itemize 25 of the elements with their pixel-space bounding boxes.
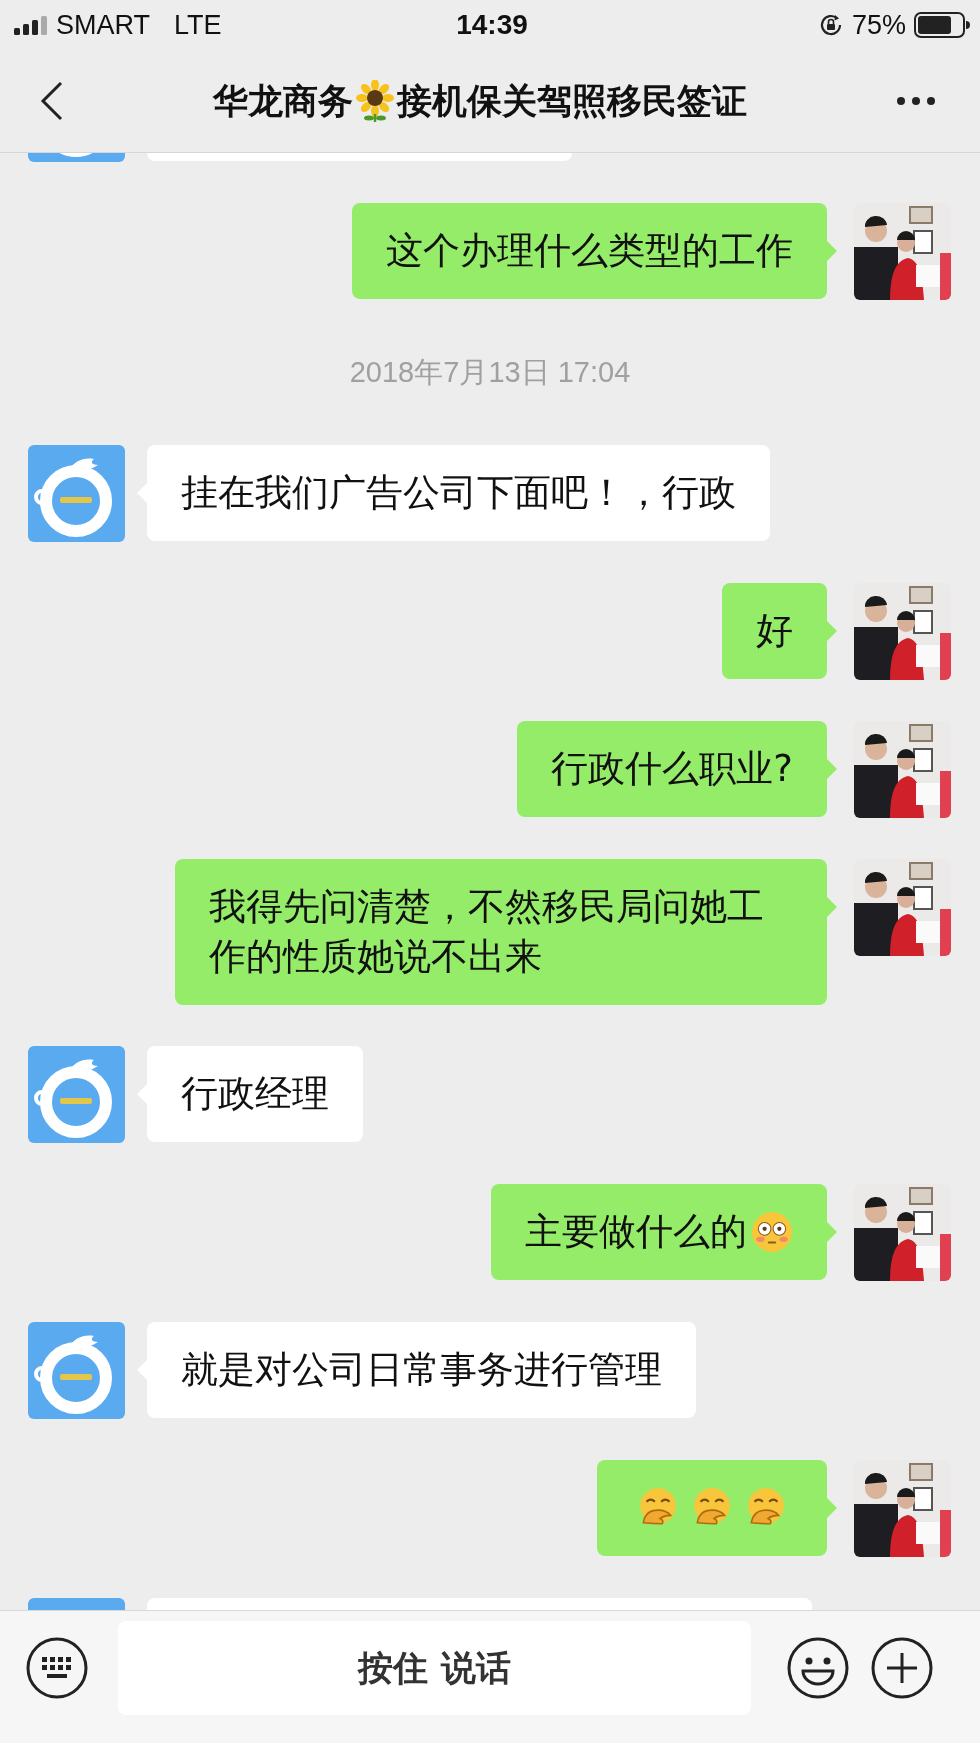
timestamp: 2018年7月13日 17:04 <box>348 355 632 390</box>
message-text: 主要做什么的 <box>525 1209 747 1255</box>
sunflower-icon <box>355 80 395 122</box>
message-text: 好 <box>756 608 793 654</box>
back-icon[interactable] <box>40 81 64 121</box>
message-text: 行政经理 <box>181 1071 329 1117</box>
chat-title: 华龙商务 <box>213 79 353 123</box>
carrier-name: SMART <box>56 9 150 41</box>
battery-icon <box>914 12 970 38</box>
more-icon[interactable] <box>896 96 936 106</box>
message-text: 挂在我们广告公司下面吧！，行政 <box>181 470 736 516</box>
signal-icon <box>14 15 48 35</box>
flushed-face-icon <box>751 1211 793 1253</box>
hold-to-talk-button[interactable]: 按住 说话 <box>118 1621 751 1715</box>
plus-icon[interactable] <box>871 1637 933 1699</box>
keyboard-icon[interactable] <box>26 1637 88 1699</box>
network-type: LTE <box>174 9 222 41</box>
battery-percent: 75% <box>851 9 906 41</box>
message-text: 这个办理什么类型的工作 <box>386 228 793 274</box>
chat-title: 接机保关驾照移民签证 <box>397 79 747 123</box>
status-time: 14:39 <box>456 9 528 41</box>
message-text: 行政什么职业? <box>551 746 793 792</box>
message-text: 就是对公司日常事务进行管理 <box>181 1347 662 1393</box>
smiley-icon[interactable] <box>787 1637 849 1699</box>
message-text: 我得先问清楚，不然移民局问她工作的性质她说不出来 <box>209 884 765 980</box>
